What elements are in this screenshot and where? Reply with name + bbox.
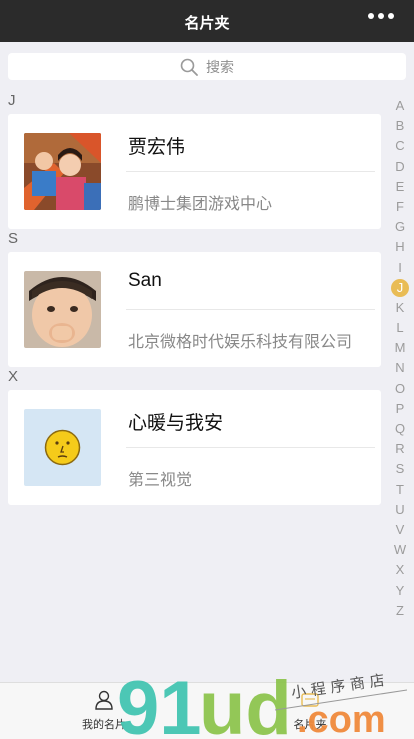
group-header-j: J [8,92,16,109]
index-letter-k[interactable]: K [390,298,410,318]
contact-company: 鹏博士集团游戏中心 [128,196,273,213]
avatar [24,409,101,486]
person-icon [95,690,113,710]
group-header-s: S [8,230,19,247]
index-letter-u[interactable]: U [390,500,410,520]
index-letter-s[interactable]: S [390,459,410,479]
avatar [24,133,101,210]
group-header-x: X [8,368,19,385]
index-letter-t[interactable]: T [390,480,410,500]
contact-name: San [128,270,162,291]
svg-text:91: 91 [117,670,202,739]
divider [126,447,375,448]
page-title: 名片夹 [184,15,230,32]
index-letter-w[interactable]: W [390,540,410,560]
index-letter-x[interactable]: X [390,560,410,580]
index-letter-r[interactable]: R [390,439,410,459]
index-letter-c[interactable]: C [390,136,410,156]
contact-name: 心暖与我安 [128,413,224,434]
avatar [24,271,101,348]
search-icon [180,58,198,76]
index-letter-o[interactable]: O [390,379,410,399]
index-letter-y[interactable]: Y [390,581,410,601]
alphabet-index[interactable]: ABCDEFGHIJKLMNOPQRSTUVWXYZ [390,96,410,621]
contact-company: 北京微格时代娱乐科技有限公司 [128,334,353,351]
index-letter-v[interactable]: V [390,520,410,540]
index-letter-i[interactable]: I [390,258,410,278]
index-letter-b[interactable]: B [390,116,410,136]
contact-company: 第三视觉 [128,472,193,489]
index-letter-e[interactable]: E [390,177,410,197]
more-dots-icon[interactable] [368,13,394,19]
contact-card-jia[interactable]: 贾宏伟 鹏博士集团游戏中心 [8,114,381,229]
index-letter-q[interactable]: Q [390,419,410,439]
navigation-bar: 名片夹 [0,0,414,42]
index-letter-l[interactable]: L [390,318,410,338]
index-letter-d[interactable]: D [390,157,410,177]
divider [126,171,375,172]
index-letter-j[interactable]: J [390,278,410,298]
index-letter-h[interactable]: H [390,237,410,257]
contact-card-san[interactable]: San 北京微格时代娱乐科技有限公司 [8,252,381,367]
index-letter-f[interactable]: F [390,197,410,217]
index-letter-n[interactable]: N [390,358,410,378]
svg-text:小 程 序 商 店: 小 程 序 商 店 [290,671,386,702]
index-letter-a[interactable]: A [390,96,410,116]
search-placeholder: 搜索 [206,58,234,75]
index-letter-g[interactable]: G [390,217,410,237]
search-input[interactable]: 搜索 [8,53,406,80]
contact-name: 贾宏伟 [128,137,186,158]
divider [126,309,375,310]
watermark-logo: 91 ud .com 小 程 序 商 店 [117,666,408,739]
svg-text:ud: ud [199,670,292,739]
index-letter-m[interactable]: M [390,338,410,358]
index-letter-p[interactable]: P [390,399,410,419]
contact-card-xin[interactable]: 心暖与我安 第三视觉 [8,390,381,505]
index-letter-z[interactable]: Z [390,601,410,621]
